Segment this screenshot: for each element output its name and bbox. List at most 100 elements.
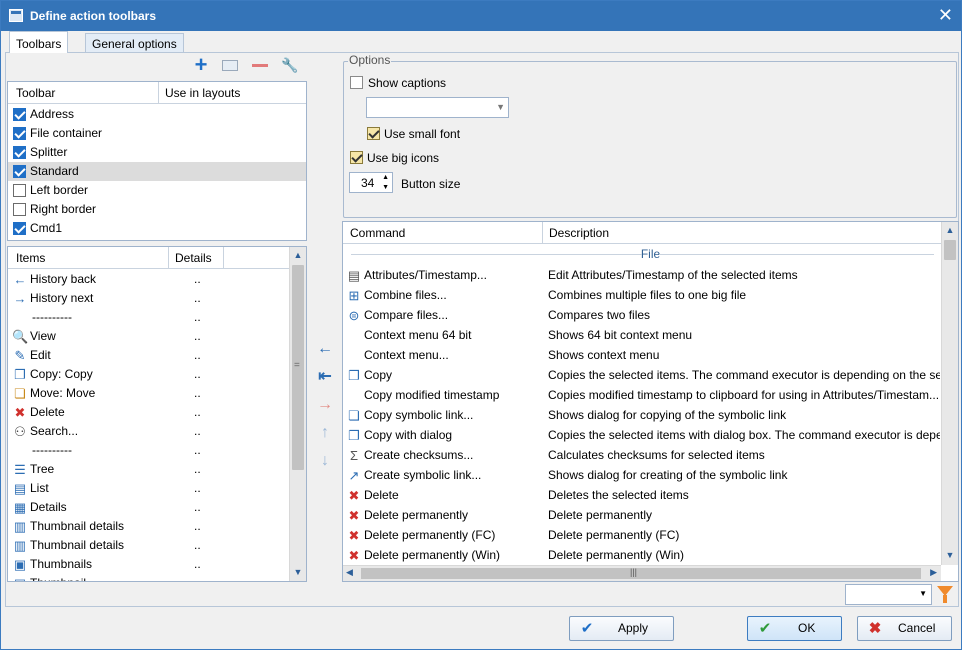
command-row[interactable]: ✖ Delete permanently (Win) Delete permanen… bbox=[343, 546, 941, 565]
header-toolbar[interactable]: Toolbar bbox=[16, 86, 55, 100]
toolbar-checkbox[interactable] bbox=[13, 222, 26, 235]
command-row[interactable]: ⊜ Compare files... Compares two files bbox=[343, 306, 941, 325]
toolbar-row[interactable]: Address bbox=[8, 105, 306, 124]
command-row[interactable]: Context menu 64 bit Shows 64 bit context … bbox=[343, 326, 941, 345]
command-row[interactable]: ✖ Delete permanently (FC) Delete permanent… bbox=[343, 526, 941, 545]
toolbar-row[interactable]: Right border bbox=[8, 200, 306, 219]
header-description[interactable]: Description bbox=[549, 226, 609, 240]
attributes-icon: ▤ bbox=[347, 268, 361, 283]
insert-left-arrow-icon[interactable]: ⇤ bbox=[315, 367, 335, 387]
command-row[interactable]: ❏ Copy symbolic link... Shows dialog for c… bbox=[343, 406, 941, 425]
toolbar-row[interactable]: Cmd1 bbox=[8, 219, 306, 238]
move-up-arrow-icon[interactable]: ↑ bbox=[315, 423, 335, 443]
use-small-font-checkbox[interactable] bbox=[367, 127, 380, 140]
hscroll-thumb[interactable] bbox=[361, 568, 921, 579]
list-item[interactable]: ----------.. bbox=[8, 441, 291, 460]
button-size-value[interactable]: 34 bbox=[361, 176, 374, 190]
header-use-in-layouts[interactable]: Use in layouts bbox=[165, 86, 240, 100]
command-description: Edit Attributes/Timestamp of the selecte… bbox=[548, 268, 798, 282]
close-icon[interactable]: ✕ bbox=[938, 5, 953, 25]
command-row[interactable]: Σ Create checksums... Calculates checksums… bbox=[343, 446, 941, 465]
toolbar-checkbox[interactable] bbox=[13, 203, 26, 216]
filter-select[interactable]: ▼ bbox=[845, 584, 932, 605]
scroll-down-icon[interactable]: ▼ bbox=[290, 564, 306, 580]
list-item[interactable]: ▥ Thumbnail details.. bbox=[8, 536, 291, 555]
command-row[interactable]: Context menu... Shows context menu bbox=[343, 346, 941, 365]
list-item[interactable]: ▣ Thumbnails.. bbox=[8, 555, 291, 574]
move-down-arrow-icon[interactable]: ↓ bbox=[315, 451, 335, 471]
rename-icon[interactable] bbox=[222, 60, 238, 71]
item-details: .. bbox=[194, 443, 201, 457]
remove-right-arrow-icon[interactable]: → bbox=[315, 395, 335, 415]
command-row[interactable]: ↗ Create symbolic link... Shows dialog for… bbox=[343, 466, 941, 485]
header-details[interactable]: Details bbox=[175, 251, 212, 265]
command-row[interactable]: Copy modified timestamp Copies modified t… bbox=[343, 386, 941, 405]
cancel-button[interactable]: ✖ Cancel bbox=[857, 616, 952, 641]
wrench-icon[interactable]: 🔧 bbox=[281, 56, 299, 74]
list-item[interactable]: ▣Thumbnail... bbox=[8, 574, 291, 581]
list-item[interactable]: → History next.. bbox=[8, 289, 291, 308]
apply-button[interactable]: ✔ Apply bbox=[569, 616, 674, 641]
spin-up-icon[interactable]: ▲ bbox=[382, 173, 389, 182]
list-item[interactable]: 🔍 View.. bbox=[8, 327, 291, 346]
item-details: .. bbox=[194, 348, 201, 362]
cmd-scroll-up-icon[interactable]: ▲ bbox=[942, 222, 958, 238]
move-icon: ❏ bbox=[14, 386, 26, 401]
ok-button[interactable]: ✔ OK bbox=[747, 616, 842, 641]
remove-icon[interactable] bbox=[252, 64, 268, 67]
toolbar-checkbox[interactable] bbox=[13, 184, 26, 197]
list-item[interactable]: ✎ Edit.. bbox=[8, 346, 291, 365]
header-command[interactable]: Command bbox=[350, 226, 405, 240]
list-item[interactable]: ✖ Delete.. bbox=[8, 403, 291, 422]
toolbar-checkbox[interactable] bbox=[13, 165, 26, 178]
command-row[interactable]: ❐ Copy with dialog Copies the selected ite… bbox=[343, 426, 941, 445]
hscroll-left-icon[interactable]: ◀ bbox=[346, 567, 353, 578]
compare-icon: ⊜ bbox=[348, 308, 360, 323]
button-size-spinner[interactable]: 34 ▲ ▼ bbox=[349, 172, 393, 193]
hscroll-right-icon[interactable]: ▶ bbox=[930, 567, 937, 578]
delete-x-icon: ✖ bbox=[14, 405, 26, 420]
toolbar-checkbox[interactable] bbox=[13, 146, 26, 159]
show-captions-checkbox[interactable] bbox=[350, 76, 363, 89]
command-row[interactable]: ✖ Delete Deletes the selected items bbox=[343, 486, 941, 505]
item-label: Thumbnail details bbox=[30, 538, 125, 552]
list-item[interactable]: ▤ List.. bbox=[8, 479, 291, 498]
command-name: Delete permanently bbox=[364, 508, 469, 522]
items-vertical-scrollbar[interactable]: ▲ = ▼ bbox=[289, 247, 306, 581]
move-left-arrow-icon[interactable]: ← bbox=[315, 339, 335, 359]
command-row[interactable]: ▤ Attributes/Timestamp... Edit Attributes/… bbox=[343, 266, 941, 285]
list-item[interactable]: ← History back.. bbox=[8, 270, 291, 289]
delete-x-icon: ✖ bbox=[348, 528, 360, 543]
tab-general-options[interactable]: General options bbox=[85, 33, 184, 53]
toolbar-row[interactable]: Standard bbox=[8, 162, 306, 181]
list-item[interactable]: ❐ Copy: Copy.. bbox=[8, 365, 291, 384]
commands-horizontal-scrollbar[interactable]: ◀ ||| ▶ bbox=[343, 565, 941, 581]
toolbar-row[interactable]: Left border bbox=[8, 181, 306, 200]
header-items[interactable]: Items bbox=[16, 251, 45, 265]
cmd-scroll-down-icon[interactable]: ▼ bbox=[942, 547, 958, 563]
toolbar-checkbox[interactable] bbox=[13, 108, 26, 121]
toolbar-row[interactable]: File container bbox=[8, 124, 306, 143]
command-row[interactable]: ❐ Copy Copies the selected items. The comm… bbox=[343, 366, 941, 385]
commands-vertical-scrollbar[interactable]: ▲ ▼ bbox=[941, 222, 958, 565]
toolbar-row-label: Right border bbox=[30, 202, 97, 216]
list-item[interactable]: ▥ Thumbnail details.. bbox=[8, 517, 291, 536]
toolbar-row[interactable]: Splitter bbox=[8, 143, 306, 162]
toolbar-checkbox[interactable] bbox=[13, 127, 26, 140]
scroll-up-icon[interactable]: ▲ bbox=[290, 247, 306, 263]
list-item[interactable]: ⚇ Search..... bbox=[8, 422, 291, 441]
section-header-file: File bbox=[343, 245, 958, 264]
copy-icon: ❐ bbox=[14, 367, 26, 382]
cmd-scroll-thumb[interactable] bbox=[944, 240, 956, 260]
command-row[interactable]: ✖ Delete permanently Delete permanently bbox=[343, 506, 941, 525]
tab-toolbars[interactable]: Toolbars bbox=[9, 31, 69, 53]
list-item[interactable]: ▦ Details.. bbox=[8, 498, 291, 517]
list-item[interactable]: ☰ Tree.. bbox=[8, 460, 291, 479]
list-item[interactable]: ----------.. bbox=[8, 308, 291, 327]
use-big-icons-checkbox[interactable] bbox=[350, 151, 363, 164]
caption-position-select[interactable]: ▼ bbox=[366, 97, 509, 118]
add-icon[interactable]: + bbox=[192, 54, 210, 76]
list-item[interactable]: ❏ Move: Move.. bbox=[8, 384, 291, 403]
command-row[interactable]: ⊞ Combine files... Combines multiple files… bbox=[343, 286, 941, 305]
spin-down-icon[interactable]: ▼ bbox=[382, 183, 389, 192]
